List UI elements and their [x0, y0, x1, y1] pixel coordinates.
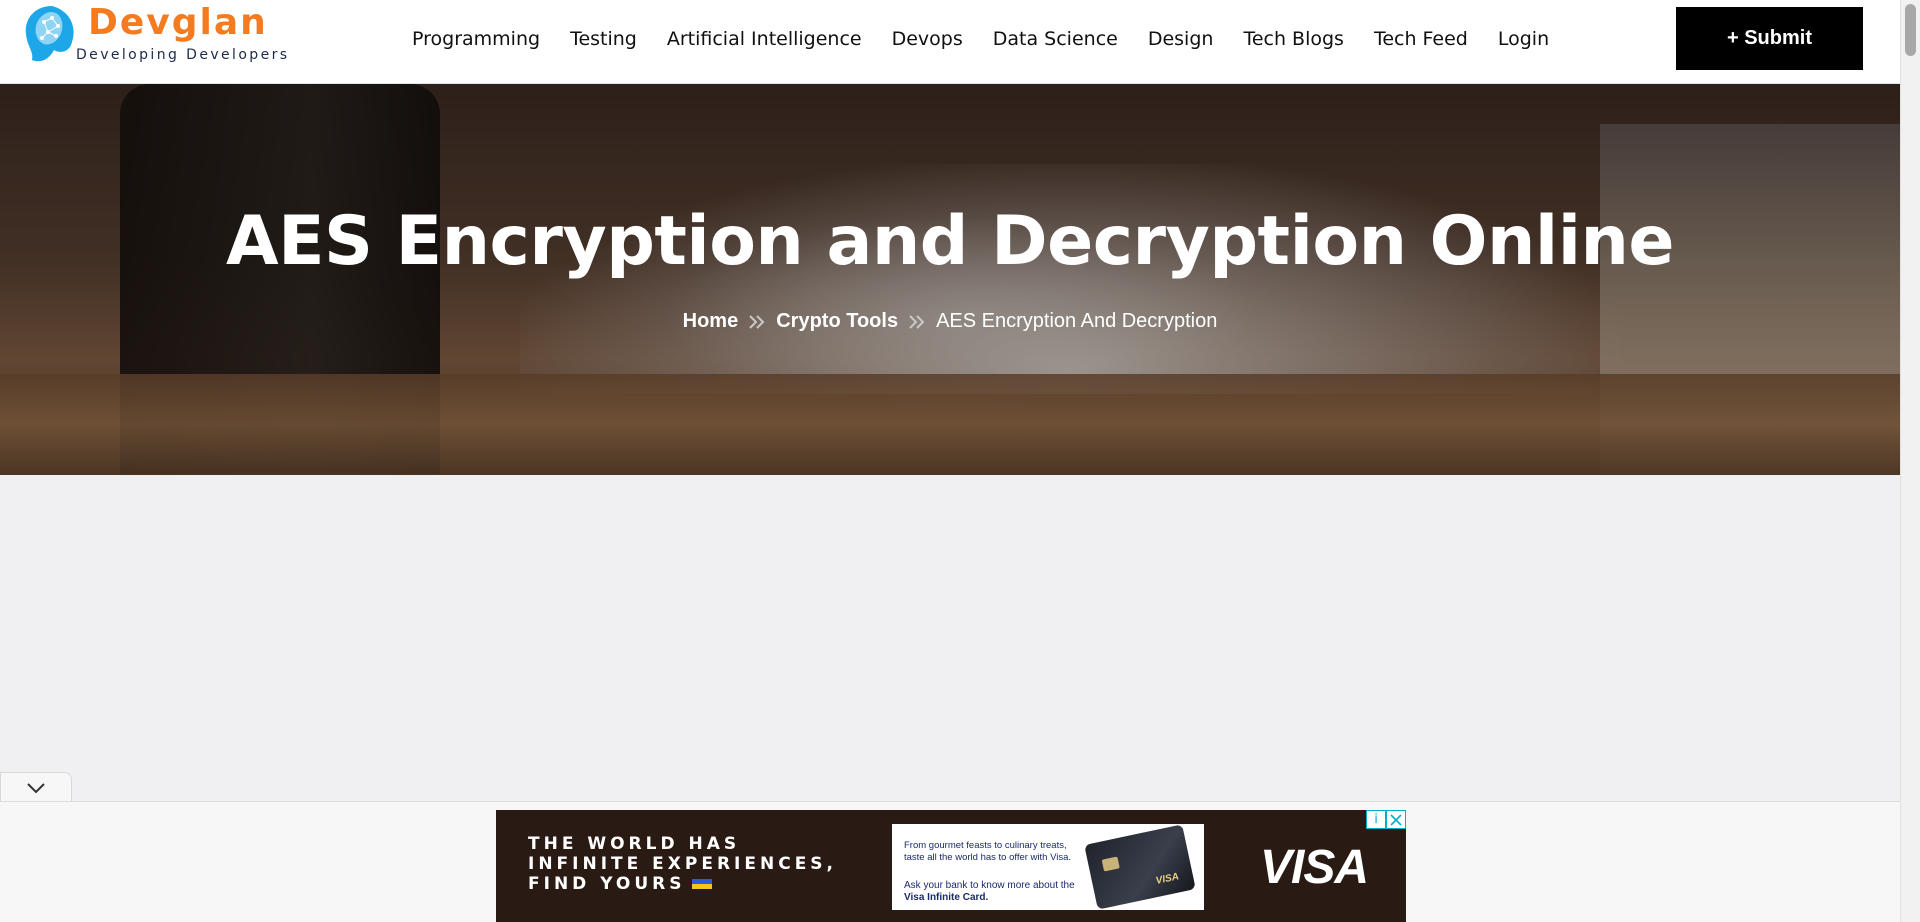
ad-card-cta-bold: Visa Infinite Card. [904, 892, 989, 903]
bottom-ad-bar: THE WORLD HAS INFINITE EXPERIENCES, FIND… [0, 801, 1900, 922]
flag-icon [691, 879, 712, 889]
site-logo[interactable]: Devglan Developing Developers [18, 0, 308, 70]
double-chevron-right-icon [909, 314, 925, 329]
nav-design[interactable]: Design [1148, 28, 1214, 56]
site-header: Devglan Developing Developers Programmin… [0, 0, 1900, 84]
ad-headline-line2: INFINITE EXPERIENCES, [528, 854, 838, 874]
ad-card-cta-prefix: Ask your bank to know more about the [904, 880, 1075, 891]
ad-headline-line1: THE WORLD HAS [528, 834, 741, 854]
card-logo: VISA [1154, 871, 1180, 887]
visa-ad[interactable]: THE WORLD HAS INFINITE EXPERIENCES, FIND… [496, 810, 1406, 922]
nav-artificial-intelligence[interactable]: Artificial Intelligence [667, 28, 862, 56]
double-chevron-right-icon [749, 314, 765, 329]
credit-card-image: VISA [1084, 824, 1196, 910]
logo-title: Devglan [88, 2, 268, 43]
close-x-icon [1390, 813, 1402, 826]
breadcrumb-current: AES Encryption And Decryption [936, 310, 1218, 332]
nav-devops[interactable]: Devops [892, 28, 963, 56]
ad-headline-line3: FIND YOURS [528, 874, 686, 894]
submit-button[interactable]: + Submit [1676, 7, 1863, 70]
ad-card-panel: From gourmet feasts to culinary treats, … [892, 824, 1204, 910]
ad-collapse-button[interactable] [0, 772, 72, 802]
nav-tech-feed[interactable]: Tech Feed [1374, 28, 1468, 56]
hero-banner: AES Encryption and Decryption Online Hom… [0, 84, 1900, 475]
nav-tech-blogs[interactable]: Tech Blogs [1243, 28, 1344, 56]
breadcrumb: Home Crypto Tools AES Encryption And Dec… [0, 310, 1900, 333]
ad-headline-line3-wrap: FIND YOURS [528, 874, 837, 894]
page-title: AES Encryption and Decryption Online [225, 202, 1675, 281]
nav-data-science[interactable]: Data Science [993, 28, 1118, 56]
scrollbar-thumb[interactable] [1905, 4, 1916, 56]
chevron-down-icon [27, 782, 45, 793]
main-nav: Programming Testing Artificial Intellige… [412, 28, 1579, 56]
ad-card-cta: Ask your bank to know more about the Vis… [904, 880, 1084, 904]
ad-headline: THE WORLD HAS INFINITE EXPERIENCES, FIND… [528, 834, 837, 894]
nav-login[interactable]: Login [1498, 28, 1549, 56]
logo-tagline: Developing Developers [76, 47, 290, 63]
breadcrumb-home[interactable]: Home [683, 310, 739, 333]
ad-card-text: From gourmet feasts to culinary treats, … [904, 840, 1072, 863]
breadcrumb-crypto-tools[interactable]: Crypto Tools [776, 310, 898, 333]
info-icon[interactable]: i [1366, 810, 1386, 829]
nav-programming[interactable]: Programming [412, 28, 540, 56]
page-scrollbar[interactable] [1900, 0, 1920, 922]
close-icon[interactable] [1386, 810, 1406, 829]
nav-testing[interactable]: Testing [570, 28, 637, 56]
visa-logo: VISA [1260, 841, 1369, 894]
card-chip [1101, 856, 1120, 872]
